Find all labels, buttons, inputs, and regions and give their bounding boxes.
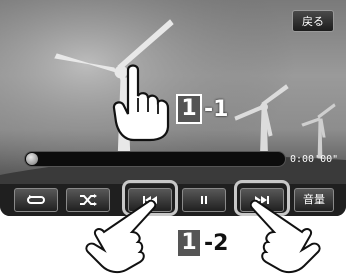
callout-suffix: -1 [204, 96, 229, 122]
back-button[interactable]: 戻る [292, 10, 334, 32]
pointing-hand-left-icon [85, 199, 156, 274]
callout-number: 1 [176, 228, 202, 258]
repeat-button[interactable] [14, 188, 58, 212]
pointing-hand-right-icon [250, 199, 321, 274]
callout-1-1: 1 -1 [176, 94, 228, 124]
progress-knob[interactable] [26, 153, 38, 165]
callout-number: 1 [176, 94, 202, 124]
playback-time: 0:00'00" [290, 154, 339, 165]
pause-icon [201, 196, 207, 204]
pause-button[interactable] [182, 188, 226, 212]
callout-suffix: -2 [204, 230, 229, 256]
callout-1-2: 1 -2 [176, 228, 228, 258]
repeat-icon [27, 195, 45, 204]
pointing-hand-icon [112, 64, 170, 142]
playback-progress-bar[interactable] [24, 151, 286, 167]
